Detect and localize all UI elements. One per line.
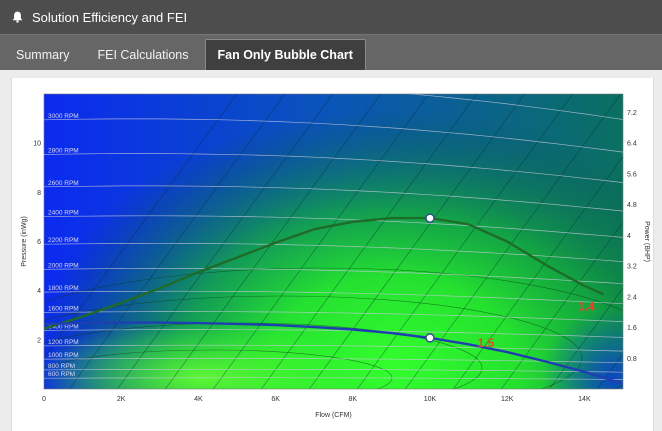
bubble-chart: 3000 RPM2800 RPM2600 RPM2400 RPM2200 RPM… [21,93,650,419]
y2-tick-label: 4.8 [627,202,637,209]
operating-point [425,213,435,223]
tab-fan-only-bubble-chart[interactable]: Fan Only Bubble Chart [204,39,366,70]
tab-bar: Summary FEI Calculations Fan Only Bubble… [0,34,662,70]
y-tick-label: 2 [37,337,41,344]
plot-background [44,94,623,389]
rpm-label: 1800 RPM [48,285,79,292]
tab-content: 3000 RPM 2800 RPM 2600 RPM 2400 RPM 2200 RPM… [0,70,662,431]
y-tick-label: 8 [37,190,41,197]
tab-fei-calculations[interactable]: FEI Calculations [85,39,200,70]
rpm-label: 3000 RPM [48,113,79,120]
x-tick-label: 2K [117,396,126,403]
y-tick-label: 4 [37,288,41,295]
y-axis-title: Pressure (inWg) [21,216,28,267]
x-tick-label: 12K [501,396,514,403]
rpm-label: 2600 RPM [48,180,79,187]
y2-tick-label: 1.6 [627,325,637,332]
rpm-label: 2000 RPM [48,262,79,269]
x-axis-title: Flow (CFM) [315,412,352,419]
title-bar: Solution Efficiency and FEI [0,0,662,34]
y2-tick-label: 3.2 [627,264,637,271]
y2-tick-label: 7.2 [627,110,637,117]
operating-point [425,333,435,343]
y2-tick-label: 4 [627,233,631,240]
y2-tick-label: 5.6 [627,171,637,178]
rpm-label: 2800 RPM [48,148,79,155]
bell-icon [12,10,26,24]
tab-summary[interactable]: Summary [4,39,81,70]
y2-tick-label: 6.4 [627,141,637,148]
y2-tick-label: 2.4 [627,294,637,301]
y-tick-label: 10 [33,141,41,148]
rpm-label: 800 RPM [48,363,75,370]
x-tick-label: 8K [349,396,358,403]
y-tick-label: 6 [37,239,41,246]
rpm-label: 2200 RPM [48,237,79,244]
efficiency-label: 1.5 [478,336,495,350]
efficiency-label: 1.4 [578,299,595,313]
window-title: Solution Efficiency and FEI [32,9,188,25]
edge-shade [44,94,623,389]
rpm-label: 2400 RPM [48,210,79,217]
x-tick-label: 10K [424,396,437,403]
x-tick-label: 6K [271,396,280,403]
y2-axis-title: Power (BHP) [643,221,650,262]
rpm-label: 600 RPM [48,371,75,378]
rpm-label: 1200 RPM [48,339,79,346]
x-tick-label: 0 [42,396,46,403]
y2-tick-label: 0.8 [627,356,637,363]
rpm-label: 1000 RPM [48,352,79,359]
rpm-label: 1600 RPM [48,305,79,312]
x-tick-label: 4K [194,396,203,403]
x-tick-label: 14K [578,396,591,403]
chart-panel: 3000 RPM 2800 RPM 2600 RPM 2400 RPM 2200 RPM… [11,78,654,431]
